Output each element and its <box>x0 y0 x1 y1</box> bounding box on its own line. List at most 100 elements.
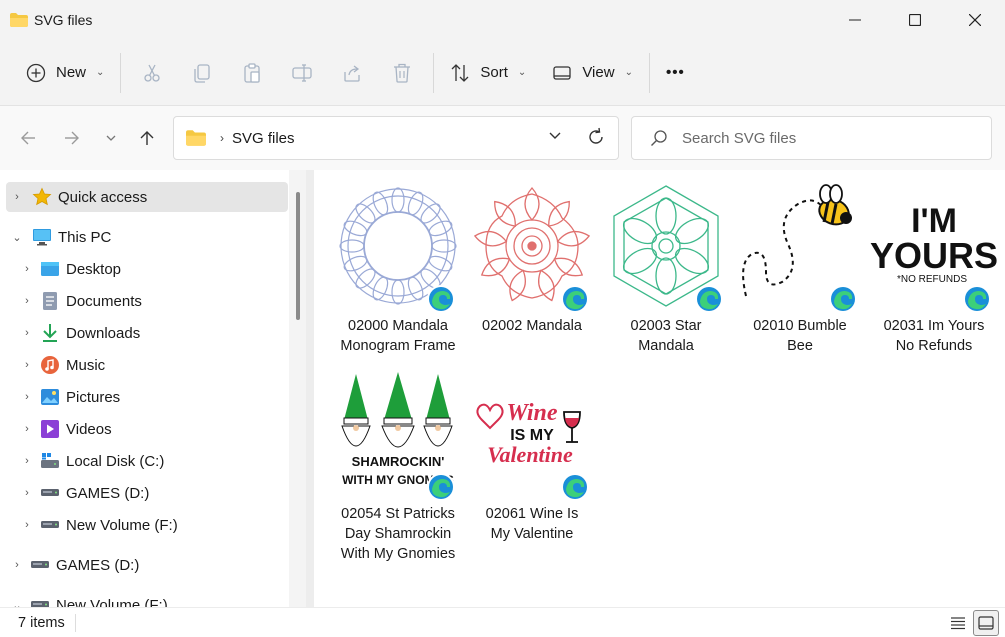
expand-chevron-icon[interactable]: › <box>20 295 34 307</box>
sidebar-item-label: Local Disk (C:) <box>66 452 165 470</box>
paste-icon <box>244 62 261 83</box>
edge-icon <box>695 285 723 313</box>
refresh-icon <box>589 127 603 144</box>
forward-button[interactable] <box>58 124 86 152</box>
minimize-icon <box>849 19 861 21</box>
file-item[interactable]: 02000 Mandala Monogram Frame <box>334 182 462 356</box>
sidebar-item-quick-access[interactable]: › Quick access <box>6 182 288 212</box>
sidebar-scrollbar[interactable] <box>289 170 306 607</box>
music-icon <box>40 355 60 375</box>
file-item[interactable]: 02003 Star Mandala <box>602 182 730 356</box>
sidebar-item-label: GAMES (D:) <box>56 556 140 574</box>
maximize-button[interactable] <box>885 0 945 40</box>
search-box[interactable] <box>631 116 992 160</box>
disk-icon <box>40 451 60 471</box>
download-icon <box>40 323 60 343</box>
star-icon <box>32 187 52 207</box>
monitor-icon <box>32 227 52 247</box>
close-button[interactable] <box>945 0 1005 40</box>
details-view-button[interactable] <box>945 610 971 636</box>
sidebar-item-new-volume-f-root[interactable]: ⌄ New Volume (F:) <box>10 590 288 607</box>
chevron-down-icon <box>549 132 561 139</box>
collapse-chevron-icon[interactable]: ⌄ <box>10 231 24 244</box>
sidebar-item-desktop[interactable]: › Desktop <box>20 254 288 284</box>
folder-icon <box>186 130 206 146</box>
file-item[interactable]: 02002 Mandala <box>468 182 596 336</box>
sidebar-item-label: Quick access <box>58 188 148 206</box>
sidebar-item-downloads[interactable]: › Downloads <box>20 318 288 348</box>
rename-button[interactable] <box>282 53 322 93</box>
file-item[interactable]: Wine IS MY Valentine 02061 Wine Is My Va… <box>468 370 596 544</box>
sidebar-item-music[interactable]: › Music <box>20 350 288 380</box>
edge-icon <box>427 285 455 313</box>
edge-icon <box>829 285 857 313</box>
breadcrumb-svg-files[interactable]: SVG files <box>232 130 295 147</box>
file-name: 02061 Wine Is My Valentine <box>485 506 579 542</box>
cut-button[interactable] <box>132 53 172 93</box>
file-thumbnail: SHAMROCKIN' WITH MY GNOMIES <box>334 370 462 501</box>
desktop-icon <box>40 259 60 279</box>
expand-chevron-icon[interactable]: › <box>10 559 24 571</box>
view-button[interactable]: View ⌄ <box>542 53 643 93</box>
expand-chevron-icon[interactable]: › <box>20 359 34 371</box>
sidebar-item-pictures[interactable]: › Pictures <box>20 382 288 412</box>
sidebar-item-new-volume-f[interactable]: › New Volume (F:) <box>20 510 288 540</box>
collapse-chevron-icon[interactable]: ⌄ <box>10 599 24 608</box>
delete-button[interactable] <box>382 53 422 93</box>
search-input[interactable] <box>682 129 972 147</box>
up-button[interactable] <box>133 124 161 152</box>
sidebar-item-label: Downloads <box>66 324 141 342</box>
expand-chevron-icon[interactable]: › <box>20 327 34 339</box>
sidebar-item-videos[interactable]: › Videos <box>20 414 288 444</box>
tiles-view-button[interactable] <box>973 610 999 636</box>
share-button[interactable] <box>332 53 372 93</box>
file-thumbnail <box>468 182 596 313</box>
copy-button[interactable] <box>182 53 222 93</box>
file-name: 02010 Bumble Bee <box>753 318 847 354</box>
sidebar-item-local-disk-c[interactable]: › Local Disk (C:) <box>20 446 288 476</box>
edge-icon <box>427 473 455 501</box>
address-bar[interactable]: › SVG files <box>173 116 619 160</box>
expand-chevron-icon[interactable]: › <box>20 519 34 531</box>
edge-icon <box>963 285 991 313</box>
back-button[interactable] <box>14 124 42 152</box>
refresh-button[interactable] <box>586 127 606 151</box>
address-dropdown-button[interactable] <box>548 128 562 146</box>
file-thumbnail <box>602 182 730 313</box>
expand-chevron-icon[interactable]: › <box>20 263 34 275</box>
file-item[interactable]: 02010 Bumble Bee <box>736 182 864 356</box>
expand-chevron-icon[interactable]: › <box>20 391 34 403</box>
sidebar-item-games-d[interactable]: › GAMES (D:) <box>20 478 288 508</box>
expand-chevron-icon[interactable]: › <box>20 487 34 499</box>
rename-icon <box>292 63 313 82</box>
file-name: 02002 Mandala <box>482 318 582 334</box>
sidebar-item-documents[interactable]: › Documents <box>20 286 288 316</box>
sort-button[interactable]: Sort ⌄ <box>440 53 536 93</box>
expand-chevron-icon[interactable]: › <box>10 191 24 203</box>
chevron-down-icon: ⌄ <box>517 67 527 78</box>
sidebar-item-this-pc[interactable]: ⌄ This PC <box>6 222 288 252</box>
minimize-button[interactable] <box>825 0 885 40</box>
sidebar-item-label: Music <box>66 356 106 374</box>
sidebar-item-label: New Volume (F:) <box>56 596 168 608</box>
more-icon: ••• <box>665 64 685 81</box>
scrollbar-thumb[interactable] <box>296 192 300 320</box>
sidebar-item-games-d-root[interactable]: › GAMES (D:) <box>10 550 288 580</box>
recent-locations-button[interactable] <box>97 124 125 152</box>
expand-chevron-icon[interactable]: › <box>20 423 34 435</box>
file-item[interactable]: I'M YOURS *NO REFUNDS 02031 Im Yours No … <box>870 182 998 356</box>
copy-icon <box>194 63 211 83</box>
paste-button[interactable] <box>232 53 272 93</box>
status-bar: 7 items <box>0 607 1005 637</box>
toolbar-divider <box>433 52 435 93</box>
file-name: 02003 Star Mandala <box>630 318 702 354</box>
sidebar-item-label: Documents <box>66 292 142 310</box>
pane-divider[interactable] <box>306 170 314 607</box>
file-item[interactable]: SHAMROCKIN' WITH MY GNOMIES 02054 St Pat… <box>334 370 462 564</box>
art-text: YOURS <box>870 235 998 276</box>
more-options-button[interactable]: ••• <box>656 53 695 93</box>
new-button[interactable]: New ⌄ <box>16 53 114 93</box>
toolbar-divider <box>648 52 650 93</box>
expand-chevron-icon[interactable]: › <box>20 455 34 467</box>
folder-icon <box>10 13 28 27</box>
